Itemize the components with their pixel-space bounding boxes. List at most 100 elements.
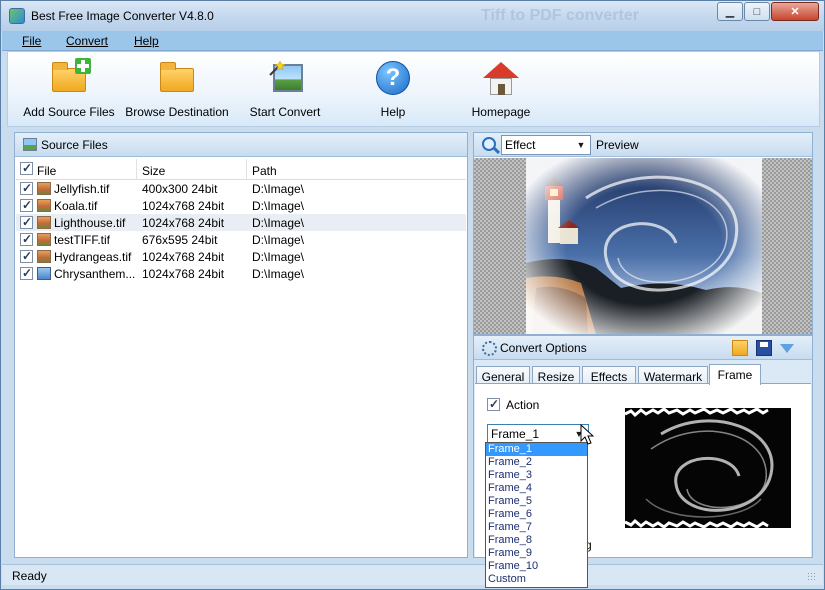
frame-dropdown-list: Frame_1 Frame_2 Frame_3 Frame_4 Frame_5 Frame…	[485, 442, 588, 588]
tab-frame[interactable]: Frame	[709, 364, 761, 385]
picture-icon	[23, 138, 37, 151]
minimize-button[interactable]: ▁	[717, 2, 743, 21]
column-header-path[interactable]: Path	[252, 164, 277, 178]
source-files-header: Source Files	[15, 133, 467, 157]
row-checkbox[interactable]	[20, 215, 33, 229]
convert-options-title: Convert Options	[500, 341, 587, 355]
image-file-icon	[37, 250, 51, 263]
file-path-cell: D:\Image\	[252, 199, 305, 213]
start-convert-button[interactable]: Start Convert	[230, 60, 340, 119]
app-window: Best Free Image Converter V4.8.0 Tiff to…	[0, 0, 825, 590]
preview-mode-select[interactable]: Effect ▼	[501, 135, 591, 155]
table-row[interactable]: Koala.tif 1024x768 24bit D:\Image\	[16, 197, 466, 214]
options-tabs: General Resize Effects Watermark Frame	[474, 364, 812, 385]
action-label: Action	[506, 398, 540, 412]
select-all-checkbox[interactable]	[20, 161, 33, 175]
action-checkbox[interactable]	[487, 397, 500, 411]
frame-option[interactable]: Frame_2	[486, 456, 587, 469]
menu-convert[interactable]: Convert	[66, 34, 108, 48]
save-icon[interactable]	[756, 340, 772, 356]
frame-option[interactable]: Frame_7	[486, 521, 587, 534]
row-checkbox[interactable]	[20, 198, 33, 212]
table-row[interactable]: Hydrangeas.tif 1024x768 24bit D:\Image\	[16, 248, 466, 265]
file-name-cell: Jellyfish.tif	[54, 182, 110, 196]
status-bar: Ready	[2, 564, 823, 585]
frame-option[interactable]: Custom	[486, 573, 587, 586]
gear-icon	[482, 341, 497, 356]
file-table: File Size Path Jellyfish.tif 400x300 24bi…	[16, 158, 466, 282]
folder-icon	[159, 60, 195, 96]
add-source-files-button[interactable]: Add Source Files	[14, 58, 124, 119]
home-icon	[483, 60, 519, 96]
file-size-cell: 400x300 24bit	[142, 182, 218, 196]
background-ghost-title: Tiff to PDF converter	[481, 7, 639, 24]
file-size-cell: 676x595 24bit	[142, 233, 218, 247]
file-name-cell: Hydrangeas.tif	[54, 250, 132, 264]
toolbar: Add Source Files Browse Destination Star…	[7, 51, 820, 127]
homepage-button[interactable]: Homepage	[446, 60, 556, 119]
row-checkbox[interactable]	[20, 266, 33, 280]
help-icon: ?	[375, 60, 411, 96]
file-path-cell: D:\Image\	[252, 216, 305, 230]
file-name-cell: testTIFF.tif	[54, 233, 111, 247]
mouse-cursor-icon	[580, 424, 594, 445]
row-checkbox[interactable]	[20, 249, 33, 263]
table-row[interactable]: Chrysanthem... 1024x768 24bit D:\Image\	[16, 265, 466, 282]
preview-header: Effect ▼ Preview	[474, 133, 812, 157]
folder-add-icon	[51, 58, 91, 96]
column-header-size[interactable]: Size	[142, 164, 165, 178]
frame-option[interactable]: Frame_10	[486, 560, 587, 573]
frame-option[interactable]: Frame_8	[486, 534, 587, 547]
file-path-cell: D:\Image\	[252, 233, 305, 247]
file-size-cell: 1024x768 24bit	[142, 250, 225, 264]
table-row[interactable]: testTIFF.tif 676x595 24bit D:\Image\	[16, 231, 466, 248]
frame-select[interactable]: Frame_1 ▼	[487, 424, 589, 444]
frame-option[interactable]: Frame_1	[486, 443, 587, 456]
window-title: Best Free Image Converter V4.8.0	[31, 9, 214, 23]
preview-canvas	[474, 158, 812, 334]
frame-option[interactable]: Frame_4	[486, 482, 587, 495]
convert-options-header: Convert Options	[474, 336, 812, 360]
file-name-cell: Koala.tif	[54, 199, 98, 213]
row-checkbox[interactable]	[20, 232, 33, 246]
frame-option[interactable]: Frame_9	[486, 547, 587, 560]
help-button[interactable]: ? Help	[338, 60, 448, 119]
resize-grip-icon[interactable]	[807, 572, 817, 582]
frame-option[interactable]: Frame_3	[486, 469, 587, 482]
image-file-icon	[37, 233, 51, 246]
file-size-cell: 1024x768 24bit	[142, 267, 225, 281]
file-size-cell: 1024x768 24bit	[142, 216, 225, 230]
open-folder-icon[interactable]	[732, 340, 748, 356]
file-name-cell: Chrysanthem...	[54, 267, 136, 281]
title-bar[interactable]: Best Free Image Converter V4.8.0 Tiff to…	[1, 1, 824, 31]
zoom-icon[interactable]	[482, 137, 496, 151]
source-files-panel: Source Files File Size Path Jellyfish.ti…	[14, 132, 468, 558]
preview-image	[526, 158, 762, 334]
frame-option[interactable]: Frame_5	[486, 495, 587, 508]
file-size-cell: 1024x768 24bit	[142, 199, 225, 213]
image-file-icon	[37, 267, 51, 280]
collapse-icon[interactable]	[780, 344, 794, 353]
file-path-cell: D:\Image\	[252, 267, 305, 281]
table-row[interactable]: Jellyfish.tif 400x300 24bit D:\Image\	[16, 180, 466, 197]
chevron-down-icon[interactable]: ▼	[572, 136, 590, 154]
status-text: Ready	[12, 569, 47, 583]
maximize-button[interactable]: □	[744, 2, 770, 21]
frame-option[interactable]: Frame_6	[486, 508, 587, 521]
browse-destination-button[interactable]: Browse Destination	[122, 60, 232, 119]
close-button[interactable]: ✕	[771, 2, 819, 21]
wand-picture-icon	[267, 60, 303, 96]
file-name-cell: Lighthouse.tif	[54, 216, 126, 230]
column-header-file[interactable]: File	[37, 164, 56, 178]
file-path-cell: D:\Image\	[252, 182, 305, 196]
app-icon	[9, 8, 25, 24]
menu-help[interactable]: Help	[134, 34, 159, 48]
table-row[interactable]: Lighthouse.tif 1024x768 24bit D:\Image\	[16, 214, 466, 231]
menu-file[interactable]: File	[22, 34, 41, 48]
row-checkbox[interactable]	[20, 181, 33, 195]
table-header: File Size Path	[16, 158, 466, 180]
source-files-title: Source Files	[41, 138, 108, 152]
file-path-cell: D:\Image\	[252, 250, 305, 264]
image-file-icon	[37, 216, 51, 229]
frame-preview-image	[621, 404, 795, 532]
